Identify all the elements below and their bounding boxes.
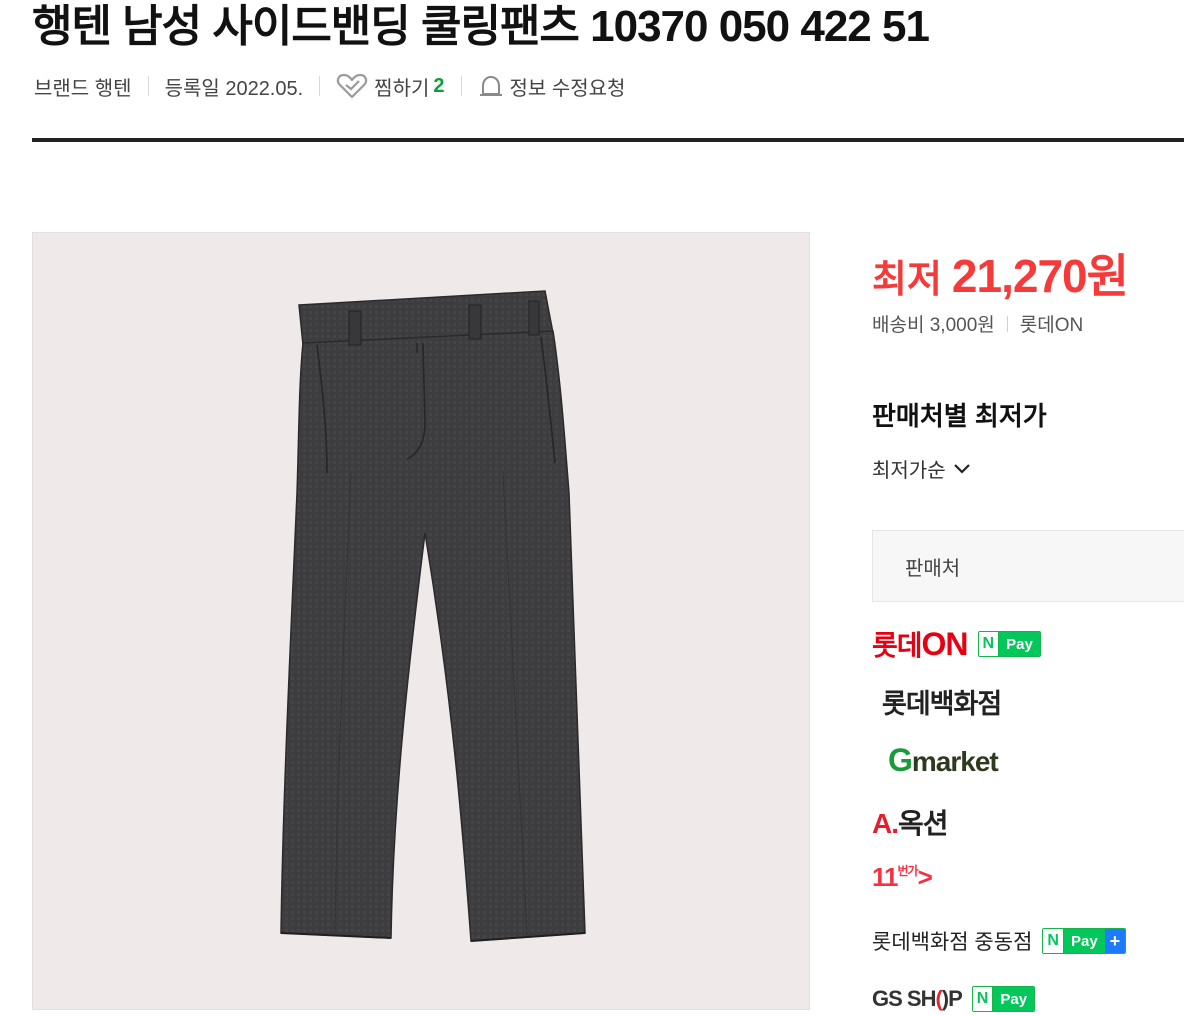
lotteon-logo: 롯데ON xyxy=(872,624,969,664)
lotte-jungdong-name: 롯데백화점 중동점 xyxy=(872,931,1033,954)
lotteon-logo-text: 롯데 xyxy=(872,630,923,661)
npay-badge: N Pay xyxy=(971,986,1036,1012)
gmarket-logo: Gmarket xyxy=(888,742,999,779)
seller-row-lotte-jungdong[interactable]: 롯데백화점 중동점 N Pay + xyxy=(872,926,1127,956)
wish-count: 2 xyxy=(433,74,445,97)
gsshop-logo: GS SH()P xyxy=(872,986,963,1012)
lowest-price-seller[interactable]: 롯데ON xyxy=(1020,310,1083,337)
npay-n-mark: N xyxy=(1043,929,1064,953)
npay-label: Pay xyxy=(999,632,1040,656)
seller-row-gmarket[interactable]: Gmarket xyxy=(872,742,999,779)
11st-logo-arrow: > xyxy=(917,862,933,892)
11st-logo-text: 번가 xyxy=(897,864,919,878)
wish-label: 찜하기 xyxy=(374,77,430,100)
gsshop-logo-text: GS SH xyxy=(872,986,936,1011)
seller-section-title: 판매처별 최저가 xyxy=(872,401,1047,431)
npay-label: Pay xyxy=(1063,929,1105,953)
shipping-info: 배송비 3,000원 롯데ON xyxy=(872,310,1083,337)
chevron-down-icon xyxy=(953,463,970,474)
product-image[interactable] xyxy=(32,232,810,1010)
npay-n-mark: N xyxy=(978,632,1000,656)
auction-logo-text: 옥션 xyxy=(898,808,949,839)
meta-divider xyxy=(319,76,321,96)
seller-row-lotte-department[interactable]: 롯데백화점 xyxy=(872,682,1002,721)
lowest-price-value: 21,270원 xyxy=(951,250,1129,302)
sort-dropdown[interactable]: 최저가순 xyxy=(872,454,972,483)
trousers-illustration xyxy=(280,290,586,942)
seller-row-gsshop[interactable]: GS SH()P N Pay xyxy=(872,986,1036,1012)
11st-logo: 11번가> xyxy=(872,862,933,893)
gmarket-logo-text: market xyxy=(911,746,999,777)
npay-badge: N Pay xyxy=(977,631,1041,657)
lotteon-logo-on: ON xyxy=(921,626,969,662)
auction-logo: A.옥션 xyxy=(872,802,949,842)
seller-row-lotteon[interactable]: 롯데ON N Pay xyxy=(872,624,1041,664)
npay-n-mark: N xyxy=(972,987,994,1011)
gmarket-logo-g: G xyxy=(888,742,913,778)
npay-label: Pay xyxy=(993,987,1035,1011)
product-title: 행텐 남성 사이드밴딩 쿨링팬츠 10370 050 422 51 xyxy=(32,2,930,51)
alarm-icon xyxy=(478,74,504,98)
plus-icon: + xyxy=(1104,929,1126,953)
report-label: 정보 수정요청 xyxy=(509,77,626,100)
sort-label: 최저가순 xyxy=(872,460,946,482)
title-divider xyxy=(32,138,1184,142)
shipping-fee: 배송비 3,000원 xyxy=(872,315,995,336)
lowest-price: 최저 21,270원 xyxy=(872,240,1129,306)
registration-date: 등록일 2022.05. xyxy=(164,77,304,100)
brand-link[interactable]: 브랜드 행텐 xyxy=(34,72,132,101)
seller-table-header: 판매처 xyxy=(872,530,1184,602)
gsshop-logo-text-end: )P xyxy=(941,986,963,1011)
shipping-divider xyxy=(1006,315,1008,332)
seller-row-auction[interactable]: A.옥션 xyxy=(872,802,949,842)
seller-column-label: 판매처 xyxy=(905,557,961,580)
lotte-department-logo: 롯데백화점 xyxy=(882,689,1002,719)
meta-divider xyxy=(460,76,462,96)
report-button[interactable]: 정보 수정요청 xyxy=(478,72,626,101)
meta-divider xyxy=(147,76,149,96)
heart-icon xyxy=(336,72,368,100)
seller-row-11st[interactable]: 11번가> xyxy=(872,862,933,893)
auction-logo-a: A. xyxy=(872,808,899,839)
product-meta: 브랜드 행텐 등록일 2022.05. 찜하기 2 정보 수정요청 xyxy=(34,70,625,102)
wish-button[interactable]: 찜하기 2 xyxy=(336,72,445,101)
npay-plus-badge: N Pay + xyxy=(1042,928,1127,954)
lowest-price-label: 최저 xyxy=(872,259,942,301)
11st-logo-number: 11 xyxy=(872,862,898,892)
